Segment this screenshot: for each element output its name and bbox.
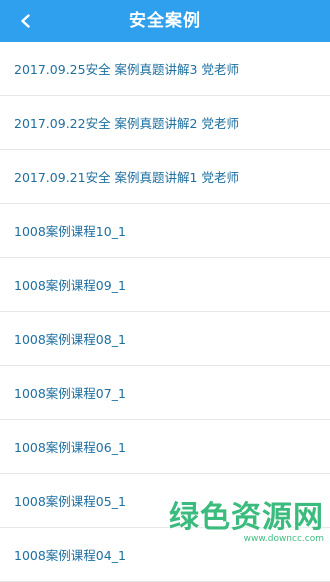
top-bar: 安全案例 [0,0,330,42]
list-item[interactable]: 1008案例课程08_1 [0,312,330,366]
list-item[interactable]: 2017.09.21安全 案例真题讲解1 党老师 [0,150,330,204]
list-item[interactable]: 1008案例课程04_1 [0,528,330,582]
list-item[interactable]: 1008案例课程06_1 [0,420,330,474]
list-item-label: 1008案例课程10_1 [14,224,126,239]
list-item-label: 2017.09.22安全 案例真题讲解2 党老师 [14,116,239,131]
list-item-label: 2017.09.25安全 案例真题讲解3 党老师 [14,62,239,77]
list-item-label: 2017.09.21安全 案例真题讲解1 党老师 [14,170,239,185]
list-item-label: 1008案例课程08_1 [14,332,126,347]
page-title: 安全案例 [129,11,201,31]
course-list: 2017.09.25安全 案例真题讲解3 党老师 2017.09.22安全 案例… [0,42,330,582]
list-item-label: 1008案例课程06_1 [14,440,126,455]
list-item-label: 1008案例课程04_1 [14,548,126,563]
list-item[interactable]: 2017.09.25安全 案例真题讲解3 党老师 [0,42,330,96]
list-item[interactable]: 1008案例课程10_1 [0,204,330,258]
list-item-label: 1008案例课程05_1 [14,494,126,509]
list-item[interactable]: 1008案例课程09_1 [0,258,330,312]
list-item-label: 1008案例课程09_1 [14,278,126,293]
list-item[interactable]: 1008案例课程05_1 [0,474,330,528]
list-item[interactable]: 2017.09.22安全 案例真题讲解2 党老师 [0,96,330,150]
list-item[interactable]: 1008案例课程07_1 [0,366,330,420]
list-item-label: 1008案例课程07_1 [14,386,126,401]
